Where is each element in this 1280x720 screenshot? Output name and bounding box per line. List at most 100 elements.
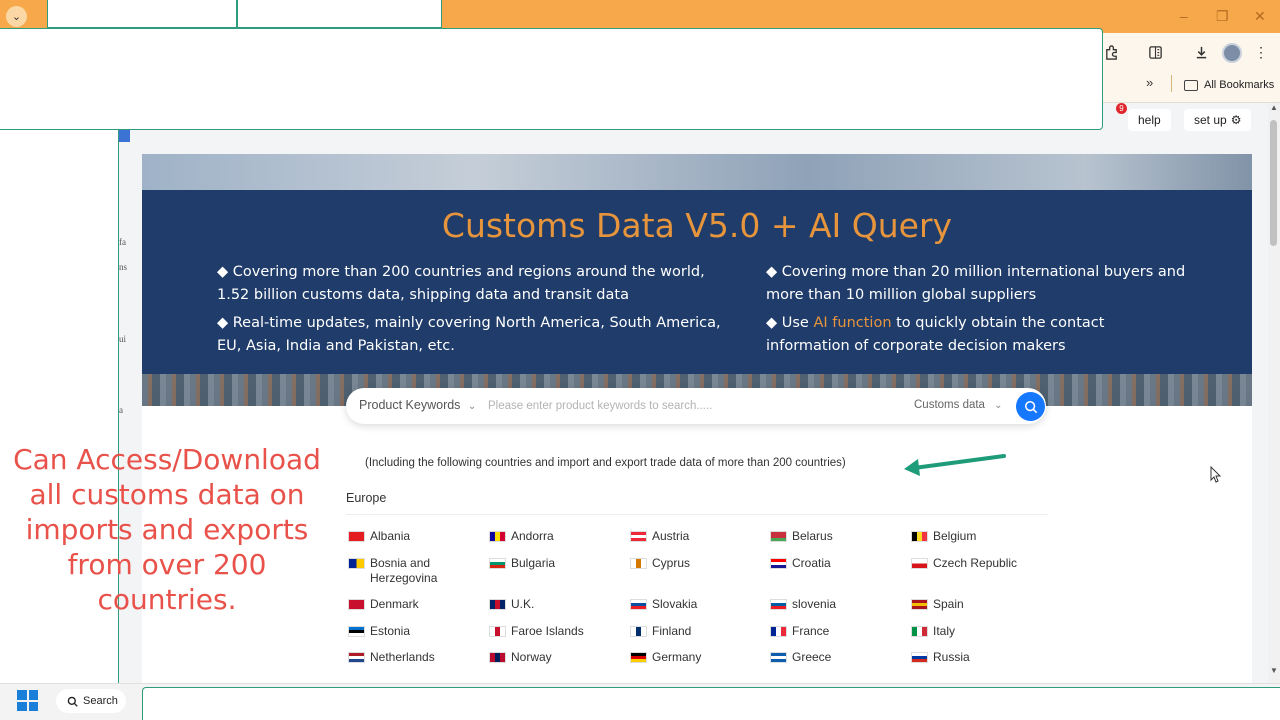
country-flag-icon [348,626,365,637]
country-name: Greece [792,650,832,664]
country-name: Andorra [511,529,554,543]
country-link[interactable]: Spain [911,597,1046,612]
bullet-text: ◆ Use [766,315,814,331]
country-link[interactable]: Finland [630,624,765,639]
country-link[interactable]: slovenia [770,597,905,612]
country-link[interactable]: Belarus [770,529,905,544]
country-link[interactable]: Andorra [489,529,624,544]
country-link[interactable]: Cyprus [630,556,765,571]
gear-icon: ⚙ [1230,113,1242,127]
help-label: help [1138,113,1161,127]
country-name: France [792,624,830,638]
country-name: Finland [652,624,692,638]
country-link[interactable]: Bosnia and Herzegovina [348,556,483,586]
country-name: Russia [933,650,970,664]
ai-function-link[interactable]: AI function [813,315,891,331]
search-icon [1024,400,1037,413]
banner-bullet: ◆ Covering more than 20 million internat… [766,264,1186,303]
country-flag-icon [911,558,928,569]
country-link[interactable]: Estonia [348,624,483,639]
notification-badge: 9 [1116,103,1127,114]
search-category-label: Product Keywords [359,398,461,412]
maximize-button[interactable]: ❐ [1216,8,1229,25]
country-link[interactable]: Russia [911,650,1046,665]
country-link[interactable]: Czech Republic [911,556,1046,571]
scroll-up-arrow-icon[interactable]: ▲ [1270,103,1278,112]
search-button[interactable] [1016,392,1045,421]
tab-search-button[interactable]: ⌄ [6,6,27,27]
country-flag-icon [348,652,365,663]
profile-avatar[interactable] [1222,43,1242,63]
country-flag-icon [489,558,506,569]
country-link[interactable]: Belgium [911,529,1046,544]
search-bar: Product Keywords ⌄ Customs data ⌄ [346,388,1046,424]
country-flag-icon [630,652,647,663]
country-name: Faroe Islands [511,624,584,638]
country-flag-icon [630,626,647,637]
country-link[interactable]: Denmark [348,597,483,612]
country-link[interactable]: Italy [911,624,1046,639]
folder-icon [1184,79,1198,91]
country-flag-icon [770,558,787,569]
country-flag-icon [770,652,787,663]
country-link[interactable]: Bulgaria [489,556,624,571]
country-name: Belgium [933,529,977,543]
bookmarks-overflow-icon[interactable]: » [1146,75,1153,90]
country-flag-icon [348,599,365,610]
country-link[interactable]: Austria [630,529,765,544]
download-icon[interactable] [1192,43,1210,61]
chevron-down-icon: ⌄ [467,401,477,412]
country-name: Belarus [792,529,833,543]
country-link[interactable]: Norway [489,650,624,665]
overlay-popup-window [0,28,1103,130]
country-flag-icon [630,531,647,542]
help-button[interactable]: help [1128,109,1171,131]
country-flag-icon [770,626,787,637]
reading-list-icon[interactable] [1146,43,1164,61]
taskbar-search-button[interactable]: Search [56,689,126,713]
country-link[interactable]: U.K. [489,597,624,612]
banner-title: Customs Data V5.0 + AI Query [441,206,953,245]
country-name: Spain [933,597,964,611]
country-link[interactable]: Greece [770,650,905,665]
close-window-button[interactable]: ✕ [1254,8,1266,25]
country-flag-icon [348,558,365,569]
country-link[interactable]: Faroe Islands [489,624,624,639]
setup-label: set up [1194,113,1227,127]
extensions-icon[interactable] [1102,43,1120,61]
side-text-fragment: fa [119,237,126,247]
scroll-down-arrow-icon[interactable]: ▼ [1270,666,1278,675]
toolbar-divider [1171,75,1172,92]
minimize-button[interactable]: – [1180,8,1188,24]
more-menu-icon[interactable]: ⋮ [1252,43,1270,61]
setup-button[interactable]: set up ⚙ [1184,109,1252,131]
search-type-label: Customs data [914,399,985,411]
scrollbar-thumb[interactable] [1270,120,1277,246]
search-icon [67,696,78,707]
country-link[interactable]: Albania [348,529,483,544]
country-link[interactable]: Slovakia [630,597,765,612]
country-flag-icon [489,652,506,663]
side-text-fragment: a [119,405,123,415]
country-flag-icon [770,599,787,610]
country-name: Cyprus [652,556,691,570]
country-link[interactable]: Germany [630,650,765,665]
banner-sky-image [142,154,1252,190]
country-flag-icon [489,531,506,542]
country-flag-icon [489,626,506,637]
overlay-bottom-popup [142,687,1280,720]
country-link[interactable]: France [770,624,905,639]
all-bookmarks-button[interactable]: All Bookmarks [1184,76,1274,94]
country-link[interactable]: Croatia [770,556,905,571]
side-text-fragment: ui [119,334,127,344]
search-type-dropdown[interactable]: Customs data ⌄ [914,399,1003,411]
country-flag-icon [770,531,787,542]
country-flag-icon [911,626,928,637]
country-flag-icon [489,599,506,610]
search-input[interactable] [488,396,888,416]
country-flag-icon [630,558,647,569]
search-category-dropdown[interactable]: Product Keywords ⌄ [359,398,476,412]
windows-start-icon[interactable] [17,690,38,711]
country-link[interactable]: Netherlands [348,650,483,665]
country-name: Bulgaria [511,556,556,570]
